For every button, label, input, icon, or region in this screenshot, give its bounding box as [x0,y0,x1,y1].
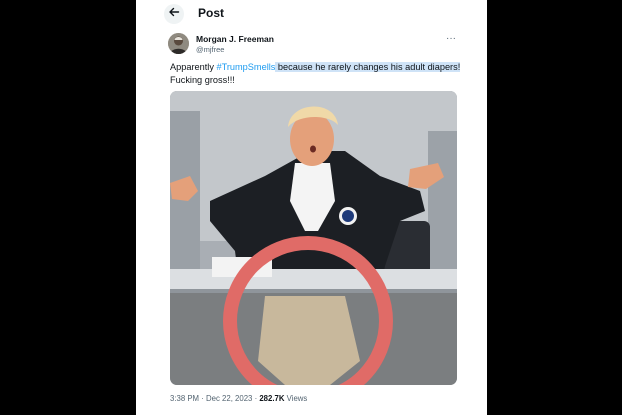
post-text-line2: Fucking gross!!! [170,74,235,85]
post-image[interactable] [170,91,457,385]
photo-illustration [170,91,457,385]
author-name[interactable]: Morgan J. Freeman [196,34,274,44]
post-text: Apparently #TrumpSmells because he rarel… [170,61,470,86]
meta-separator: · [201,394,204,403]
post-card: Post Morgan J. Freeman @mjfree ··· Appar… [136,0,487,415]
author-handle[interactable]: @mjfree [196,45,224,54]
avatar[interactable] [168,33,189,54]
post-text-prefix: Apparently [170,62,217,72]
views-label: Views [286,394,308,403]
top-bar: Post [136,0,487,28]
more-horizontal-icon[interactable]: ··· [446,33,456,44]
hashtag-link[interactable]: #TrumpSmells [216,62,275,72]
screenshot-frame: Post Morgan J. Freeman @mjfree ··· Appar… [0,0,622,415]
arrow-left-icon [168,5,180,23]
page-title: Post [198,6,225,20]
post-date[interactable]: Dec 22, 2023 [206,394,252,403]
back-button[interactable] [164,4,184,24]
post-meta: 3:38 PM · Dec 22, 2023 · 282.7K Views [170,394,307,403]
meta-separator-2: · [254,394,258,403]
author-row: Morgan J. Freeman @mjfree ··· [168,33,458,55]
views-count: 282.7K [259,394,285,403]
post-time[interactable]: 3:38 PM [170,394,199,403]
post-text-highlight: because he rarely changes his adult diap… [275,62,461,72]
